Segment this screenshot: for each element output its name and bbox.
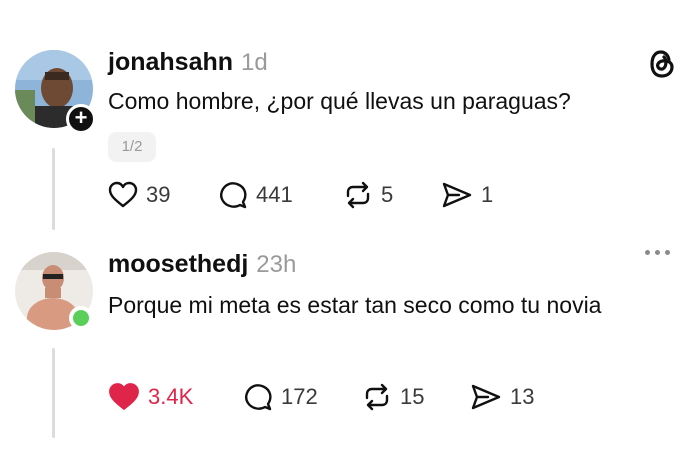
comment-button[interactable]: 172	[243, 380, 318, 414]
post-text: Como hombre, ¿por qué llevas un paraguas…	[108, 88, 571, 114]
share-button[interactable]: 1	[441, 178, 493, 212]
post-time: 23h	[256, 251, 297, 278]
share-icon	[471, 384, 501, 410]
post-username[interactable]: moosethedj 23h	[108, 250, 296, 279]
repost-count: 15	[400, 384, 425, 409]
comment-icon	[245, 384, 272, 411]
repost-button[interactable]: 15	[362, 380, 424, 414]
heart-filled-icon	[109, 383, 139, 410]
post-username[interactable]: jonahsahn 1d	[108, 48, 268, 77]
comment-button[interactable]: 441	[218, 178, 293, 212]
share-icon	[442, 182, 472, 208]
post-time: 1d	[241, 49, 268, 76]
like-button[interactable]: 3.4K	[108, 380, 193, 414]
follow-plus-icon[interactable]: +	[66, 104, 96, 134]
like-button[interactable]: 39	[108, 178, 170, 212]
comment-count: 441	[256, 182, 293, 207]
repost-icon	[346, 181, 370, 209]
thread-line	[52, 348, 55, 438]
repost-count: 5	[381, 182, 394, 207]
repost-icon	[365, 383, 389, 411]
more-options-icon[interactable]	[645, 250, 670, 255]
share-count: 1	[481, 182, 494, 207]
online-status-icon	[69, 306, 93, 330]
repost-button[interactable]: 5	[343, 178, 393, 212]
share-count: 13	[510, 384, 535, 409]
like-count: 39	[146, 182, 171, 207]
share-button[interactable]: 13	[470, 380, 534, 414]
thread-line	[52, 148, 55, 230]
username-text[interactable]: jonahsahn	[108, 48, 233, 76]
heart-icon	[108, 181, 138, 208]
threads-logo-icon[interactable]	[648, 48, 676, 85]
page-counter: 1/2	[108, 132, 156, 162]
comment-icon	[220, 182, 247, 209]
username-text[interactable]: moosethedj	[108, 250, 248, 278]
like-count: 3.4K	[148, 384, 194, 409]
comment-count: 172	[281, 384, 318, 409]
post-text: Porque mi meta es estar tan seco como tu…	[108, 292, 602, 318]
